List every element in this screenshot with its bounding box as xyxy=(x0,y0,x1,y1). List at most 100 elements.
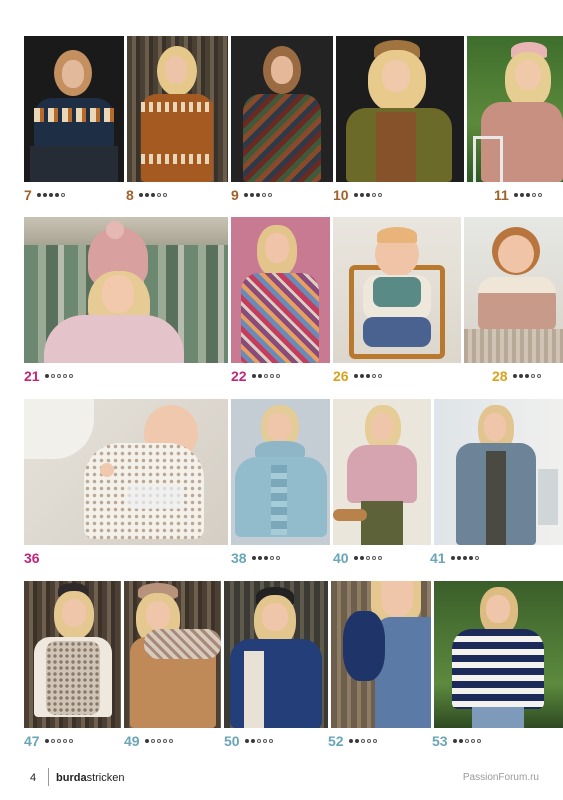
pattern-label-41: 41 xyxy=(430,550,479,566)
difficulty-dot-empty xyxy=(60,193,65,197)
difficulty-dot-filled xyxy=(257,556,262,560)
watermark: PassionForum.ru xyxy=(462,772,539,783)
difficulty-dots xyxy=(512,374,541,378)
photo-model-40[interactable] xyxy=(333,399,431,545)
pattern-number: 53 xyxy=(432,733,448,749)
difficulty-dot-empty xyxy=(366,739,371,743)
difficulty-dot-filled xyxy=(359,374,364,378)
brand-logo: burdastricken xyxy=(56,772,124,784)
difficulty-dot-filled xyxy=(365,374,370,378)
difficulty-dots xyxy=(452,739,481,743)
pattern-label-47: 47 xyxy=(24,733,73,749)
photo-model-22[interactable] xyxy=(231,217,330,363)
pattern-number: 40 xyxy=(333,550,349,566)
difficulty-dot-empty xyxy=(360,739,365,743)
difficulty-dot-empty xyxy=(263,374,268,378)
pattern-label-52: 52 xyxy=(328,733,377,749)
difficulty-dots xyxy=(353,374,382,378)
pattern-number: 28 xyxy=(492,368,508,384)
pattern-number: 38 xyxy=(231,550,247,566)
pattern-label-36: 36 xyxy=(24,550,45,566)
difficulty-dot-filled xyxy=(54,193,59,197)
pattern-label-7: 7 xyxy=(24,187,65,203)
difficulty-dot-filled xyxy=(44,374,49,378)
difficulty-dots xyxy=(348,739,377,743)
difficulty-dot-empty xyxy=(156,739,161,743)
pattern-label-11: 11 xyxy=(494,187,542,203)
photo-model-9[interactable] xyxy=(231,36,333,182)
pattern-number: 41 xyxy=(430,550,446,566)
pattern-number: 7 xyxy=(24,187,32,203)
difficulty-dot-filled xyxy=(513,193,518,197)
difficulty-dot-empty xyxy=(474,556,479,560)
difficulty-dot-empty xyxy=(371,374,376,378)
photo-model-10[interactable] xyxy=(336,36,464,182)
difficulty-dot-filled xyxy=(353,374,358,378)
photo-model-53[interactable] xyxy=(434,581,563,728)
difficulty-dot-filled xyxy=(518,374,523,378)
photo-baby-26[interactable] xyxy=(333,217,461,363)
brand-bold: burda xyxy=(56,772,87,784)
pattern-label-9: 9 xyxy=(231,187,272,203)
photo-model-21[interactable] xyxy=(24,217,228,363)
pattern-number: 36 xyxy=(24,550,40,566)
difficulty-dots xyxy=(44,739,73,743)
difficulty-dot-empty xyxy=(162,739,167,743)
difficulty-dot-empty xyxy=(68,374,73,378)
difficulty-dot-empty xyxy=(377,193,382,197)
difficulty-dot-filled xyxy=(353,193,358,197)
difficulty-dots xyxy=(251,374,280,378)
photo-model-50[interactable] xyxy=(224,581,328,728)
difficulty-dot-filled xyxy=(144,193,149,197)
difficulty-dots xyxy=(138,193,167,197)
difficulty-dot-filled xyxy=(353,556,358,560)
photo-model-49[interactable] xyxy=(124,581,221,728)
difficulty-dot-filled xyxy=(249,193,254,197)
difficulty-dot-empty xyxy=(62,374,67,378)
difficulty-dot-empty xyxy=(371,193,376,197)
photo-baby-28[interactable] xyxy=(464,217,563,363)
pattern-number: 9 xyxy=(231,187,239,203)
difficulty-dot-empty xyxy=(68,739,73,743)
photo-baby-36[interactable] xyxy=(24,399,228,545)
photo-model-11[interactable] xyxy=(467,36,563,182)
photo-model-47[interactable] xyxy=(24,581,121,728)
difficulty-dot-empty xyxy=(464,739,469,743)
difficulty-dot-empty xyxy=(267,193,272,197)
pattern-label-49: 49 xyxy=(124,733,173,749)
pattern-label-8: 8 xyxy=(126,187,167,203)
pattern-number: 22 xyxy=(231,368,247,384)
difficulty-dot-empty xyxy=(377,374,382,378)
photo-model-52[interactable] xyxy=(331,581,431,728)
difficulty-dot-filled xyxy=(359,193,364,197)
photo-model-38[interactable] xyxy=(231,399,330,545)
difficulty-dot-filled xyxy=(36,193,41,197)
difficulty-dot-filled xyxy=(456,556,461,560)
photo-model-41[interactable] xyxy=(434,399,563,545)
difficulty-dot-empty xyxy=(377,556,382,560)
difficulty-dot-empty xyxy=(269,556,274,560)
difficulty-dot-empty xyxy=(476,739,481,743)
difficulty-dot-filled xyxy=(255,193,260,197)
difficulty-dots xyxy=(513,193,542,197)
difficulty-dot-filled xyxy=(263,556,268,560)
photo-model-8[interactable] xyxy=(127,36,228,182)
difficulty-dot-filled xyxy=(48,193,53,197)
difficulty-dots xyxy=(353,556,382,560)
difficulty-dot-filled xyxy=(257,374,262,378)
difficulty-dots xyxy=(244,739,273,743)
difficulty-dot-filled xyxy=(251,556,256,560)
pattern-label-22: 22 xyxy=(231,368,280,384)
difficulty-dot-filled xyxy=(354,739,359,743)
pattern-number: 52 xyxy=(328,733,344,749)
difficulty-dot-empty xyxy=(269,374,274,378)
photo-model-7[interactable] xyxy=(24,36,124,182)
difficulty-dot-filled xyxy=(138,193,143,197)
difficulty-dot-empty xyxy=(56,374,61,378)
difficulty-dot-filled xyxy=(243,193,248,197)
difficulty-dot-empty xyxy=(168,739,173,743)
difficulty-dot-filled xyxy=(525,193,530,197)
difficulty-dot-empty xyxy=(268,739,273,743)
difficulty-dot-empty xyxy=(162,193,167,197)
difficulty-dot-empty xyxy=(50,739,55,743)
